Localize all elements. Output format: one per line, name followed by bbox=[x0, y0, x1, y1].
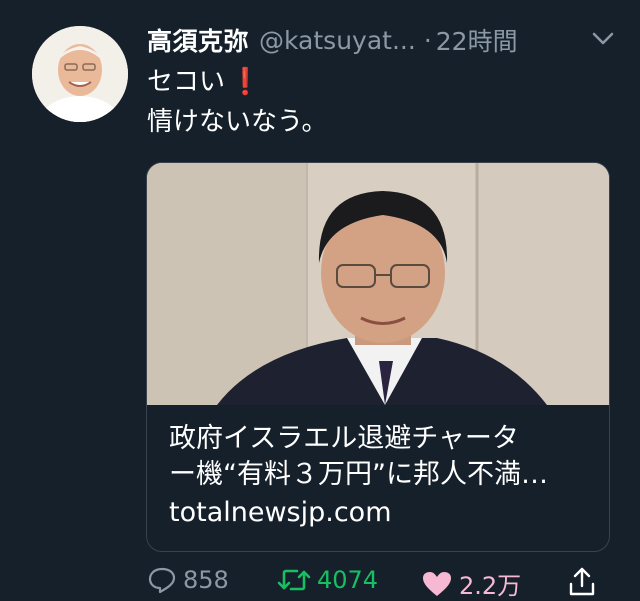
retweet-count: 4074 bbox=[317, 566, 379, 594]
share-button[interactable] bbox=[567, 566, 597, 598]
tweet-text-first: セコい bbox=[147, 67, 226, 97]
author-name[interactable]: 高須克弥 bbox=[147, 22, 249, 58]
like-count: 2.2万 bbox=[459, 572, 522, 600]
reply-button[interactable]: 858 bbox=[147, 566, 229, 594]
retweet-icon bbox=[277, 566, 311, 594]
card-image bbox=[147, 163, 609, 405]
card-title-line-1: 政府イスラエル退避チャータ bbox=[169, 423, 519, 454]
like-button[interactable]: 2.2万 bbox=[421, 566, 521, 601]
tweet-text-line-1: セコい ❗ bbox=[147, 62, 327, 102]
tweet-header: 高須克弥 @katsuyat... · 22時間 bbox=[147, 20, 616, 60]
tweet-text: セコい ❗ 情けないなう。 bbox=[147, 62, 327, 142]
retweet-button[interactable]: 4074 bbox=[277, 566, 378, 594]
action-bar: 858 4074 2.2万 bbox=[147, 566, 597, 601]
card-title-line-2: ー機“有料３万円”に邦人不満… bbox=[169, 459, 548, 490]
tweet-text-line-2: 情けないなう。 bbox=[147, 107, 328, 137]
tweet-time[interactable]: 22時間 bbox=[436, 22, 518, 58]
card-title: 政府イスラエル退避チャータ ー機“有料３万円”に邦人不満… bbox=[169, 421, 591, 493]
separator-dot: · bbox=[423, 25, 432, 55]
card-body: 政府イスラエル退避チャータ ー機“有料３万円”に邦人不満… totalnewsj… bbox=[169, 421, 591, 531]
chevron-down-icon[interactable] bbox=[590, 28, 616, 48]
author-handle[interactable]: @katsuyat... bbox=[259, 26, 416, 55]
like-icon bbox=[421, 570, 453, 598]
avatar[interactable] bbox=[32, 26, 128, 122]
reply-icon bbox=[147, 566, 177, 594]
reply-count: 858 bbox=[183, 566, 229, 594]
exclamation-emoji: ❗ bbox=[229, 67, 262, 97]
link-card[interactable]: 政府イスラエル退避チャータ ー機“有料３万円”に邦人不満… totalnewsj… bbox=[146, 162, 610, 552]
tweet[interactable]: 高須克弥 @katsuyat... · 22時間 セコい ❗ 情けないなう。 政… bbox=[0, 0, 640, 601]
card-domain: totalnewsjp.com bbox=[169, 497, 392, 528]
share-icon bbox=[567, 566, 597, 598]
